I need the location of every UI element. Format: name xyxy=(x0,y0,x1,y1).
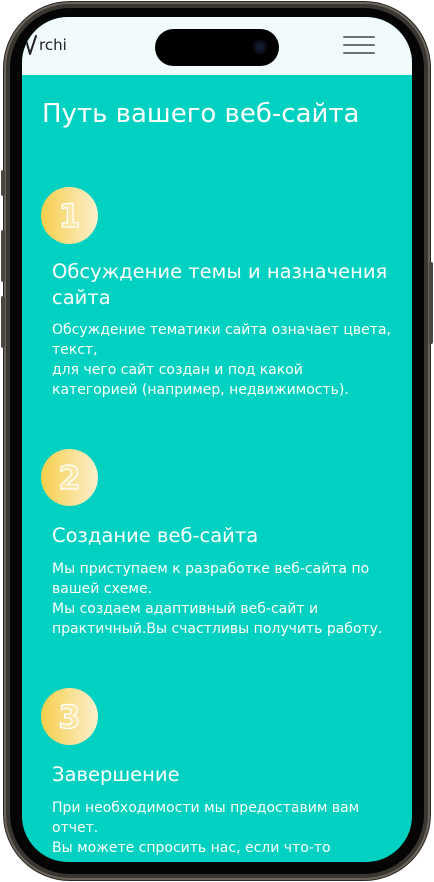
step-number: 2 xyxy=(58,458,81,497)
step-number-badge: 3 xyxy=(41,688,98,745)
logo-mark-icon xyxy=(25,35,37,55)
hamburger-menu-icon[interactable] xyxy=(343,33,375,57)
power-button xyxy=(429,262,433,344)
logo-text: rchi xyxy=(39,36,67,54)
step-number: 1 xyxy=(58,196,81,235)
page-title: Путь вашего веб-сайта xyxy=(42,99,360,129)
front-camera-icon xyxy=(253,40,267,54)
step-number: 3 xyxy=(58,697,81,736)
screen: rchi Путь вашего веб-сайта 1 Обсуждение … xyxy=(22,17,412,862)
step-title: Завершение xyxy=(52,763,180,786)
volume-down-button xyxy=(1,296,5,348)
step-text: Мы приступаем к разработке веб-сайта по … xyxy=(52,561,383,637)
step-title: Создание веб-сайта xyxy=(52,524,259,547)
step-text: Обсуждение тематики сайта означает цвета… xyxy=(52,322,391,398)
step-number-badge: 1 xyxy=(41,187,98,244)
step-title: Обсуждение темы и назначения сайта xyxy=(52,260,388,309)
step-number-badge: 2 xyxy=(41,449,98,506)
dynamic-island xyxy=(155,29,279,66)
volume-up-button xyxy=(1,230,5,282)
step-text: При необходимости мы предоставим вам отч… xyxy=(52,800,360,856)
site-logo[interactable]: rchi xyxy=(24,33,67,57)
action-button xyxy=(1,170,5,196)
